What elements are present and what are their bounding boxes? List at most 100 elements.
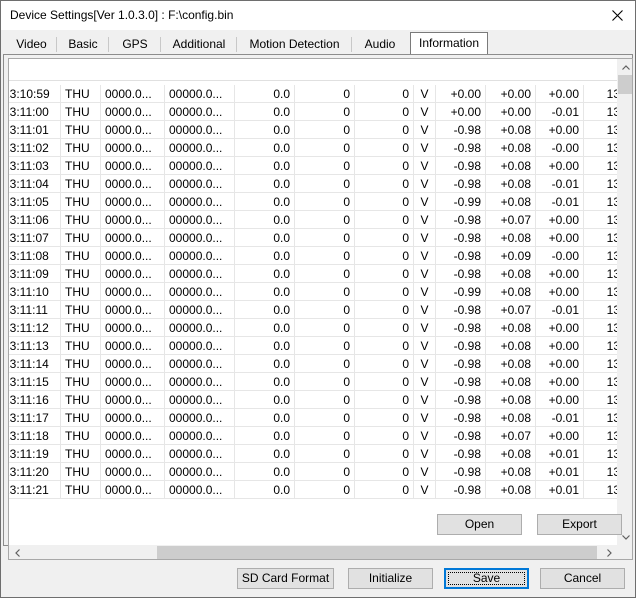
cell-time: 23:11:11 [9, 301, 61, 319]
cell-value-b: 0 [355, 355, 414, 373]
tab-motion-detection[interactable]: Motion Detection [237, 34, 352, 56]
scroll-up-arrow[interactable] [617, 59, 632, 75]
table-row[interactable]: 23:11:10THU0000.0...00000.0...0.000V-0.9… [9, 283, 618, 301]
cell-status: V [414, 373, 436, 391]
info-log-grid[interactable]: 23:10:59THU0000.0...00000.0...0.000V+0.0… [8, 58, 633, 560]
cell-day: THU [61, 85, 101, 103]
table-row[interactable]: 23:11:17THU0000.0...00000.0...0.000V-0.9… [9, 409, 618, 427]
cell-value-a: 0 [295, 265, 355, 283]
cell-status: V [414, 283, 436, 301]
tab-information[interactable]: Information [410, 32, 488, 54]
table-row[interactable]: 23:11:05THU0000.0...00000.0...0.000V-0.9… [9, 193, 618, 211]
cell-time: 23:11:00 [9, 103, 61, 121]
table-row[interactable]: 23:10:59THU0000.0...00000.0...0.000V+0.0… [9, 85, 618, 103]
sd-card-format-button[interactable]: SD Card Format [237, 568, 334, 589]
scroll-right-arrow[interactable] [601, 545, 617, 559]
cell-accel-z: +0.00 [536, 337, 584, 355]
cell-status: V [414, 445, 436, 463]
cell-value-a: 0 [295, 391, 355, 409]
cell-accel-z: +0.00 [536, 157, 584, 175]
cell-accel-y: +0.00 [486, 85, 536, 103]
cell-latitude: 0000.0... [101, 193, 165, 211]
cell-accel-x: -0.98 [436, 301, 486, 319]
cell-status: V [414, 157, 436, 175]
table-row[interactable]: 23:11:15THU0000.0...00000.0...0.000V-0.9… [9, 373, 618, 391]
cell-value-b: 0 [355, 463, 414, 481]
information-panel: 23:10:59THU0000.0...00000.0...0.000V+0.0… [3, 54, 633, 560]
table-row[interactable]: 23:11:06THU0000.0...00000.0...0.000V-0.9… [9, 211, 618, 229]
vertical-scrollbar[interactable] [617, 59, 632, 545]
cell-value-b: 0 [355, 229, 414, 247]
cell-value-a: 0 [295, 193, 355, 211]
table-row[interactable]: 23:11:16THU0000.0...00000.0...0.000V-0.9… [9, 391, 618, 409]
cell-latitude: 0000.0... [101, 445, 165, 463]
vertical-scroll-thumb[interactable] [618, 75, 632, 94]
initialize-button[interactable]: Initialize [348, 568, 433, 589]
table-row[interactable]: 23:11:04THU0000.0...00000.0...0.000V-0.9… [9, 175, 618, 193]
cell-longitude: 00000.0... [165, 445, 235, 463]
cell-day: THU [61, 175, 101, 193]
cell-speed: 0.0 [235, 427, 295, 445]
table-row[interactable]: 23:11:03THU0000.0...00000.0...0.000V-0.9… [9, 157, 618, 175]
cell-accel-x: -0.98 [436, 157, 486, 175]
cell-day: THU [61, 427, 101, 445]
table-row[interactable]: 23:11:09THU0000.0...00000.0...0.000V-0.9… [9, 265, 618, 283]
scroll-left-arrow[interactable] [9, 545, 25, 559]
cell-day: THU [61, 481, 101, 499]
cell-longitude: 00000.0... [165, 211, 235, 229]
cell-accel-x: -0.98 [436, 247, 486, 265]
cell-latitude: 0000.0... [101, 121, 165, 139]
cell-accel-x: -0.99 [436, 193, 486, 211]
table-row[interactable]: 23:11:21THU0000.0...00000.0...0.000V-0.9… [9, 481, 618, 499]
horizontal-scroll-thumb[interactable] [157, 546, 597, 559]
cell-status: V [414, 193, 436, 211]
cell-time: 23:11:20 [9, 463, 61, 481]
cell-latitude: 0000.0... [101, 229, 165, 247]
table-row[interactable]: 23:11:11THU0000.0...00000.0...0.000V-0.9… [9, 301, 618, 319]
cell-latitude: 0000.0... [101, 463, 165, 481]
table-row[interactable]: 23:11:01THU0000.0...00000.0...0.000V-0.9… [9, 121, 618, 139]
cell-status: V [414, 301, 436, 319]
tab-video[interactable]: Video [6, 34, 57, 56]
cell-value-b: 0 [355, 319, 414, 337]
cell-value-b: 0 [355, 103, 414, 121]
cell-count: 13 [584, 355, 618, 373]
cell-day: THU [61, 103, 101, 121]
cell-longitude: 00000.0... [165, 373, 235, 391]
table-row[interactable]: 23:11:19THU0000.0...00000.0...0.000V-0.9… [9, 445, 618, 463]
cell-status: V [414, 175, 436, 193]
table-row[interactable]: 23:11:00THU0000.0...00000.0...0.000V+0.0… [9, 103, 618, 121]
cell-time: 23:11:07 [9, 229, 61, 247]
tab-additional[interactable]: Additional [161, 34, 237, 56]
table-row[interactable]: 23:11:02THU0000.0...00000.0...0.000V-0.9… [9, 139, 618, 157]
cell-status: V [414, 481, 436, 499]
horizontal-scrollbar[interactable] [9, 545, 618, 559]
tab-gps[interactable]: GPS [109, 34, 161, 56]
cell-accel-y: +0.08 [486, 445, 536, 463]
export-button[interactable]: Export [537, 514, 622, 535]
cancel-button[interactable]: Cancel [540, 568, 625, 589]
open-button[interactable]: Open [437, 514, 522, 535]
cell-day: THU [61, 337, 101, 355]
close-button[interactable] [599, 1, 635, 30]
cell-value-a: 0 [295, 445, 355, 463]
cell-status: V [414, 409, 436, 427]
chevron-right-icon [606, 549, 612, 557]
cell-accel-z: -0.01 [536, 301, 584, 319]
table-row[interactable]: 23:11:13THU0000.0...00000.0...0.000V-0.9… [9, 337, 618, 355]
cell-latitude: 0000.0... [101, 157, 165, 175]
cell-count: 13 [584, 139, 618, 157]
cell-count: 13 [584, 337, 618, 355]
table-row[interactable]: 23:11:08THU0000.0...00000.0...0.000V-0.9… [9, 247, 618, 265]
table-row[interactable]: 23:11:07THU0000.0...00000.0...0.000V-0.9… [9, 229, 618, 247]
tab-audio[interactable]: Audio [352, 34, 408, 56]
table-row[interactable]: 23:11:20THU0000.0...00000.0...0.000V-0.9… [9, 463, 618, 481]
cell-accel-y: +0.08 [486, 481, 536, 499]
save-button[interactable]: Save [444, 568, 529, 589]
table-row[interactable]: 23:11:14THU0000.0...00000.0...0.000V-0.9… [9, 355, 618, 373]
tab-basic[interactable]: Basic [57, 34, 109, 56]
cell-day: THU [61, 247, 101, 265]
table-row[interactable]: 23:11:18THU0000.0...00000.0...0.000V-0.9… [9, 427, 618, 445]
table-row[interactable]: 23:11:12THU0000.0...00000.0...0.000V-0.9… [9, 319, 618, 337]
title-bar[interactable]: Device Settings[Ver 1.0.3.0] : F:\config… [1, 1, 635, 30]
